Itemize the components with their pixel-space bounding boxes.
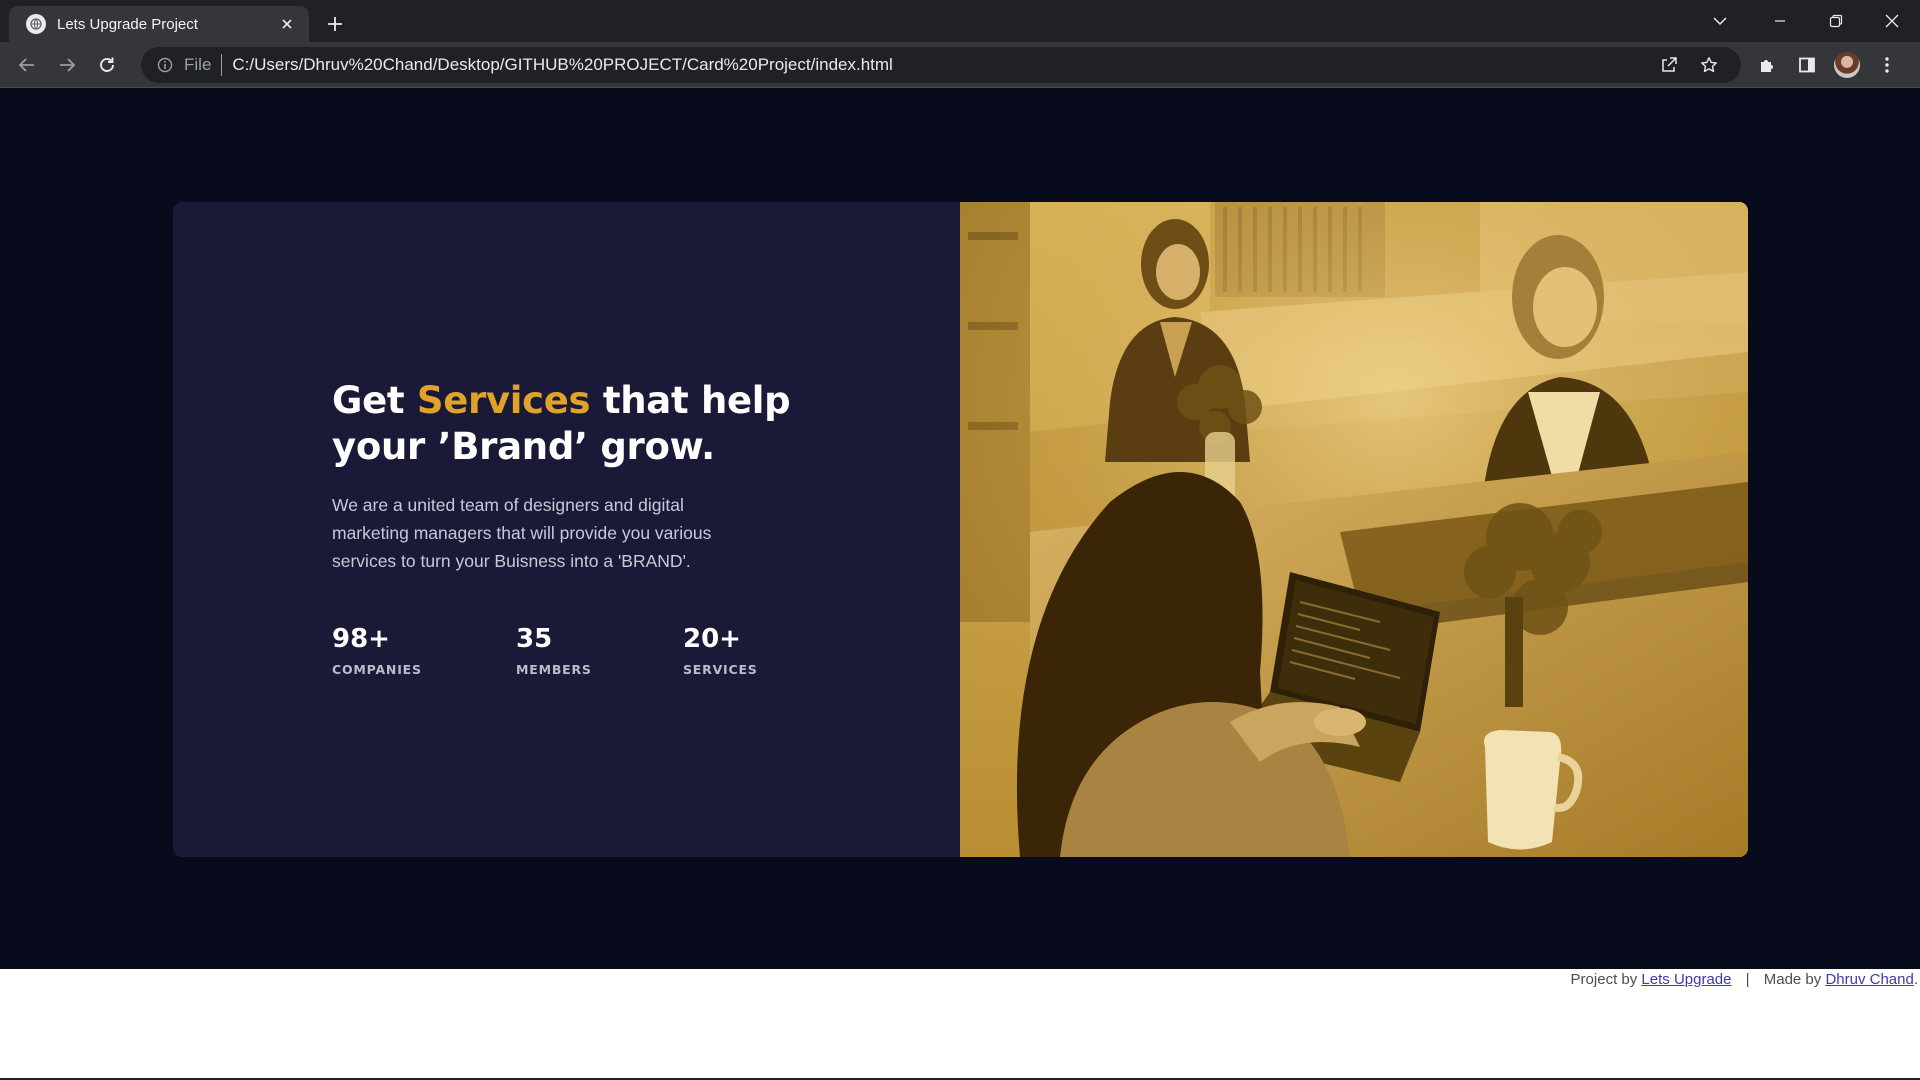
stat-companies: 98+ COMPANIES [332, 625, 516, 677]
headline-accent: Services [416, 379, 591, 422]
url-text[interactable]: C:/Users/Dhruv%20Chand/Desktop/GITHUB%20… [232, 55, 1649, 75]
office-team-illustration [960, 202, 1748, 857]
restore-icon[interactable] [1808, 0, 1864, 42]
stat-value: 98+ [332, 624, 390, 654]
made-by-text: Made by [1763, 971, 1826, 988]
address-divider [221, 53, 223, 76]
browser-tab[interactable]: Lets Upgrade Project [9, 6, 309, 42]
stat-label: COMPANIES [332, 662, 422, 677]
page-viewport: Get Services that help your ’Brand’ grow… [0, 88, 1920, 969]
close-tab-icon[interactable] [275, 12, 299, 36]
stat-label: MEMBERS [516, 662, 592, 677]
stat-services: 20+ SERVICES [683, 625, 758, 677]
bookmark-star-icon[interactable] [1689, 47, 1729, 83]
extensions-puzzle-icon[interactable] [1747, 45, 1787, 85]
address-scheme-label: File [184, 54, 212, 74]
tab-title: Lets Upgrade Project [57, 15, 198, 33]
address-bar[interactable]: File C:/Users/Dhruv%20Chand/Desktop/GITH… [141, 46, 1741, 83]
card-text-panel: Get Services that help your ’Brand’ grow… [173, 202, 960, 857]
minimize-icon[interactable] [1752, 0, 1808, 42]
browser-toolbar: File C:/Users/Dhruv%20Chand/Desktop/GITH… [0, 42, 1920, 88]
tab-search-chevron-icon[interactable] [1698, 0, 1742, 42]
attribution-end: . [1913, 971, 1918, 988]
share-icon[interactable] [1649, 47, 1689, 83]
avatar[interactable] [1827, 45, 1867, 85]
info-icon[interactable] [155, 55, 175, 75]
reload-icon[interactable] [87, 45, 127, 85]
stats-row: 98+ COMPANIES 35 MEMBERS 20+ SERVICES [332, 625, 758, 677]
more-menu-icon[interactable] [1867, 45, 1907, 85]
side-panel-icon[interactable] [1787, 45, 1827, 85]
office-photo [960, 202, 1748, 857]
page-footer: Project by Lets Upgrade | Made by Dhruv … [0, 969, 1920, 1080]
project-by-text: Project by [1570, 971, 1642, 988]
globe-icon [26, 14, 46, 34]
forward-arrow-icon[interactable] [47, 45, 87, 85]
headline-start: Get [332, 379, 417, 422]
stat-value: 20+ [683, 624, 741, 654]
description: We are a united team of designers and di… [332, 495, 712, 571]
lets-upgrade-link[interactable]: Lets Upgrade [1641, 971, 1731, 988]
back-arrow-icon[interactable] [7, 45, 47, 85]
author-link[interactable]: Dhruv Chand [1825, 971, 1913, 988]
browser-tab-strip: Lets Upgrade Project [0, 0, 1920, 42]
stat-value: 35 [516, 624, 553, 654]
close-window-icon[interactable] [1864, 0, 1920, 42]
stats-card: Get Services that help your ’Brand’ grow… [173, 202, 1748, 857]
stat-label: SERVICES [683, 662, 758, 677]
attribution: Project by Lets Upgrade | Made by Dhruv … [1571, 971, 1918, 988]
stat-members: 35 MEMBERS [516, 625, 683, 677]
new-tab-icon[interactable] [319, 8, 351, 40]
attribution-separator: | [1745, 971, 1750, 988]
toolbar-actions [1747, 45, 1907, 85]
headline: Get Services that help your ’Brand’ grow… [332, 378, 852, 470]
window-controls [1752, 0, 1920, 42]
